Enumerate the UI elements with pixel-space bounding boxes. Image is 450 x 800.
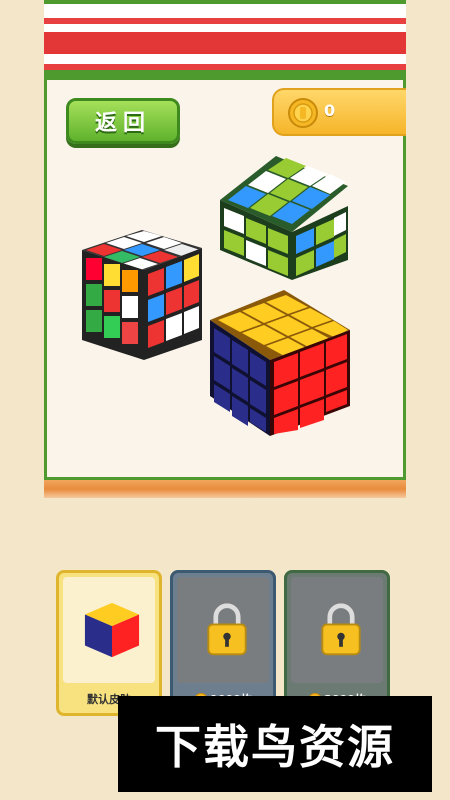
back-button-label: 返回: [94, 111, 151, 136]
coin-count: 0: [324, 101, 336, 120]
default-cube-icon: [84, 602, 140, 658]
rainbow-cube-image: [82, 230, 202, 360]
lock-icon: [321, 603, 361, 656]
skin-card-image-area: [177, 577, 269, 683]
cube-showcase: [82, 156, 350, 436]
back-button[interactable]: 返回: [66, 98, 180, 144]
header-stripes: [44, 0, 406, 80]
watermark-banner: 下载鸟资源: [118, 696, 432, 792]
skin-card-2000[interactable]: 2000枚: [284, 570, 390, 716]
coin-icon: [288, 98, 318, 128]
green-blue-cube-image: [220, 156, 348, 280]
yellow-red-cube-image: [210, 290, 350, 436]
panel-bottom-strip: [44, 480, 406, 498]
lock-icon: [207, 603, 247, 656]
skin-card-default[interactable]: 默认皮肤: [56, 570, 162, 716]
coin-counter: 0: [272, 88, 406, 136]
skin-card-image-area: [63, 577, 155, 683]
skin-card-1000[interactable]: 1000枚: [170, 570, 276, 716]
skin-card-image-area: [291, 577, 383, 683]
